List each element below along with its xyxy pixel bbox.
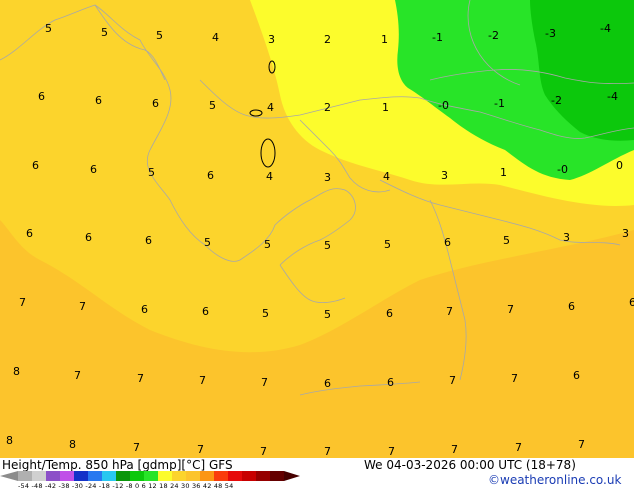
temperature-value-label: -4	[607, 90, 618, 103]
temperature-value-label: 7	[507, 303, 514, 316]
temperature-value-label: 3	[324, 171, 331, 184]
temperature-value-label: 1	[381, 33, 388, 46]
temperature-value-label: 6	[145, 234, 152, 247]
temperature-value-label: 8	[13, 365, 20, 378]
color-scale-labels: -54 -48 -42 -38 -30 -24 -18 -12 -8 0 6 1…	[18, 482, 234, 490]
temperature-value-label: -0	[557, 163, 568, 176]
temperature-value-label: 7	[578, 438, 585, 451]
temperature-value-label: 6	[568, 300, 575, 313]
temperature-value-label: 6	[141, 303, 148, 316]
temperature-value-label: 7	[261, 376, 268, 389]
temperature-value-label: 5	[324, 239, 331, 252]
temperature-value-label: 4	[266, 170, 273, 183]
temperature-value-label: 6	[386, 307, 393, 320]
temperature-value-label: 6	[573, 369, 580, 382]
temperature-value-label: 6	[207, 169, 214, 182]
temperature-value-label: 6	[38, 90, 45, 103]
temperature-value-label: 7	[515, 441, 522, 454]
temperature-value-label: 6	[152, 97, 159, 110]
temperature-value-label: 6	[90, 163, 97, 176]
temperature-value-label: 1	[500, 166, 507, 179]
temperature-map	[0, 0, 634, 458]
temperature-value-label: 6	[26, 227, 33, 240]
temperature-value-label: 5	[324, 308, 331, 321]
temperature-value-label: -1	[494, 97, 505, 110]
temperature-value-label: 6	[32, 159, 39, 172]
temperature-value-label: 4	[383, 170, 390, 183]
temperature-value-label: 5	[264, 238, 271, 251]
temperature-value-label: 8	[6, 434, 13, 447]
temperature-value-label: 5	[262, 307, 269, 320]
temperature-value-label: -3	[545, 27, 556, 40]
temperature-value-label: 5	[148, 166, 155, 179]
temperature-value-label: 5	[503, 234, 510, 247]
temperature-value-label: 6	[85, 231, 92, 244]
credit-label: ©weatheronline.co.uk	[488, 473, 622, 487]
temperature-value-label: 5	[156, 29, 163, 42]
temperature-value-label: 0	[616, 159, 623, 172]
temperature-value-label: -0	[438, 99, 449, 112]
temperature-value-label: 2	[324, 33, 331, 46]
temperature-value-label: 7	[137, 372, 144, 385]
temperature-value-label: 1	[382, 101, 389, 114]
temperature-value-label: 7	[324, 445, 331, 458]
map-footer: Height/Temp. 850 hPa [gdmp][°C] GFS We 0…	[0, 458, 634, 490]
temperature-value-label: 6	[324, 377, 331, 390]
temperature-value-label: 4	[267, 101, 274, 114]
temperature-value-label: 7	[197, 443, 204, 456]
temperature-value-label: 5	[45, 22, 52, 35]
temperature-value-label: -2	[488, 29, 499, 42]
temperature-value-label: 7	[133, 441, 140, 454]
temperature-value-label: 7	[388, 445, 395, 458]
temperature-value-label: 6	[202, 305, 209, 318]
temperature-value-label: 6	[387, 376, 394, 389]
temperature-value-label: 7	[451, 443, 458, 456]
datetime-label: We 04-03-2026 00:00 UTC (18+78)	[364, 458, 576, 472]
temperature-value-label: 5	[209, 99, 216, 112]
temperature-value-label: 3	[622, 227, 629, 240]
temperature-value-label: 6	[444, 236, 451, 249]
temperature-value-label: 7	[74, 369, 81, 382]
temperature-value-label: -2	[551, 94, 562, 107]
temperature-value-label: 2	[324, 101, 331, 114]
temperature-value-label: 7	[260, 445, 267, 458]
temperature-value-label: 7	[446, 305, 453, 318]
temperature-value-label: -1	[432, 31, 443, 44]
temperature-value-label: 3	[268, 33, 275, 46]
temperature-value-label: 7	[19, 296, 26, 309]
temperature-value-label: 7	[511, 372, 518, 385]
temperature-value-label: 7	[199, 374, 206, 387]
temperature-value-label: 4	[212, 31, 219, 44]
temperature-value-label: 5	[204, 236, 211, 249]
temperature-value-label: 5	[384, 238, 391, 251]
temperature-value-label: 3	[441, 169, 448, 182]
temperature-value-label: 6	[95, 94, 102, 107]
temperature-value-label: 8	[69, 438, 76, 451]
temperature-value-label: 7	[79, 300, 86, 313]
temperature-value-label: 3	[563, 231, 570, 244]
temperature-value-label: -4	[600, 22, 611, 35]
temperature-value-label: 7	[449, 374, 456, 387]
temperature-value-label: 5	[101, 26, 108, 39]
map-title: Height/Temp. 850 hPa [gdmp][°C] GFS	[2, 458, 233, 472]
temperature-value-label: 6	[629, 296, 634, 309]
